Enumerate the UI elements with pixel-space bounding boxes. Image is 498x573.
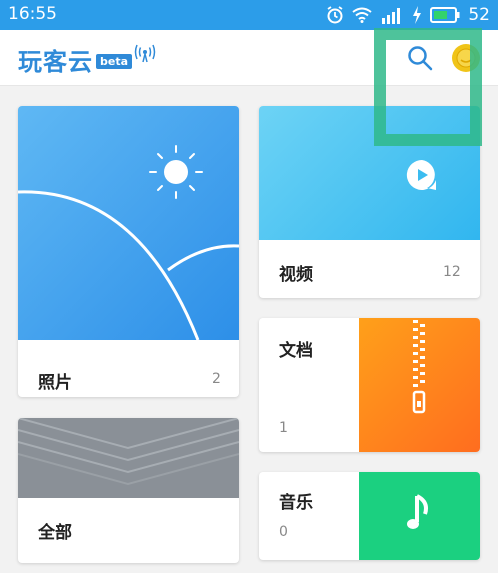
music-banner (359, 472, 480, 560)
signal-icon (382, 8, 401, 24)
all-files-pattern-icon (18, 418, 239, 498)
avatar[interactable] (452, 44, 480, 72)
charging-icon (413, 6, 422, 24)
beta-badge: beta (96, 54, 133, 69)
videos-card[interactable]: 视频 12 (259, 106, 480, 298)
all-card[interactable]: 全部 (18, 418, 239, 563)
status-bar: 16:55 52 (0, 0, 498, 30)
videos-label: 视频 (279, 265, 313, 285)
photos-label: 照片 (38, 373, 72, 393)
photos-count: 2 (212, 371, 221, 387)
music-count: 0 (279, 524, 288, 540)
wifi-icon (352, 7, 372, 23)
zipper-icon (412, 320, 426, 414)
documents-count: 1 (279, 420, 288, 436)
avatar-face-icon (456, 48, 476, 68)
status-time: 16:55 (8, 4, 57, 24)
alarm-icon (327, 6, 343, 24)
videos-banner (259, 106, 480, 240)
music-note-icon (407, 494, 428, 529)
all-label: 全部 (38, 523, 72, 543)
search-icon (408, 46, 433, 71)
music-label: 音乐 (279, 493, 313, 513)
battery-level: 52 (468, 5, 490, 25)
app-bar: 玩客云 beta (0, 30, 498, 86)
search-button[interactable] (404, 42, 436, 74)
app-title: 玩客云 (18, 48, 93, 76)
documents-banner (359, 318, 480, 452)
status-icons: 52 (326, 4, 490, 26)
documents-card[interactable]: 文档 1 (259, 318, 480, 452)
cast-icon[interactable] (134, 44, 156, 68)
documents-label: 文档 (279, 341, 313, 361)
music-card[interactable]: 音乐 0 (259, 472, 480, 560)
video-play-icon (406, 159, 436, 190)
videos-count: 12 (443, 264, 461, 280)
battery-icon (430, 7, 460, 23)
photos-card[interactable]: 照片 2 (18, 106, 239, 397)
photos-landscape-icon (18, 106, 239, 340)
